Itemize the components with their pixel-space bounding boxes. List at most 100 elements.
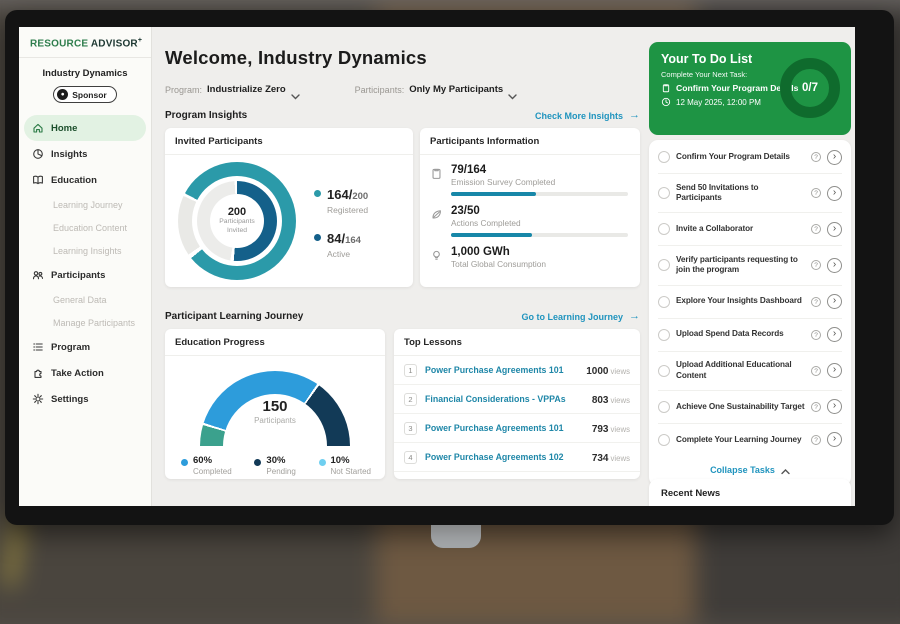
help-icon[interactable]: ?	[811, 260, 821, 270]
dashboard-screen: RESOURCE ADVISOR+ Industry Dynamics ● Sp…	[19, 27, 855, 506]
learning-cards-row: Education Progress 150 Participants 60%C…	[165, 329, 640, 479]
task-row: Upload Additional Educational Content ? …	[658, 352, 842, 391]
stat-actions-completed: 23/50 Actions Completed	[430, 205, 628, 237]
task-checkbox[interactable]	[658, 434, 670, 446]
page-title: Welcome, Industry Dynamics	[165, 47, 427, 69]
invited-donut-center: 200 Participants Invited	[210, 194, 264, 248]
sidebar-item-participants[interactable]: Participants	[19, 262, 151, 288]
task-checkbox[interactable]	[658, 259, 670, 271]
legend-dot-not-started	[319, 459, 326, 466]
task-checkbox[interactable]	[658, 223, 670, 235]
task-checkbox[interactable]	[658, 329, 670, 341]
sidebar-nav: Home Insights Education Learning Journey…	[19, 115, 151, 412]
help-icon[interactable]: ?	[811, 152, 821, 162]
todo-header-card: Your To Do List Complete Your Next Task:…	[649, 42, 851, 135]
card-title: Invited Participants	[165, 128, 413, 155]
task-row: Invite a Collaborator ? ›	[658, 213, 842, 246]
recent-news-title: Recent News	[649, 479, 851, 506]
card-title: Education Progress	[165, 329, 385, 356]
section-title-program-insights: Program Insights	[165, 110, 247, 121]
lesson-title-link[interactable]: Power Purchase Agreements 102	[425, 452, 584, 462]
stat-global-consumption: 1,000 GWh Total Global Consumption	[430, 246, 628, 269]
sidebar-item-manage-participants[interactable]: Manage Participants	[19, 311, 151, 334]
todo-panel: Your To Do List Complete Your Next Task:…	[649, 27, 855, 506]
lesson-title-link[interactable]: Financial Considerations - VPPAs	[425, 394, 584, 404]
lesson-rank: 2	[404, 393, 417, 406]
task-row: Explore Your Insights Dashboard ? ›	[658, 286, 842, 319]
invited-donut-chart: 200 Participants Invited	[178, 162, 296, 280]
lesson-row: 2 Financial Considerations - VPPAs 803vi…	[394, 385, 640, 414]
legend-dot-pending	[254, 459, 261, 466]
lesson-rank: 4	[404, 451, 417, 464]
help-icon[interactable]: ?	[811, 435, 821, 445]
sidebar-item-education-content[interactable]: Education Content	[19, 216, 151, 239]
logo-text-primary: RESOURCE	[30, 38, 88, 49]
sidebar-item-label: Manage Participants	[53, 318, 135, 328]
help-icon[interactable]: ?	[811, 224, 821, 234]
chevron-right-button[interactable]: ›	[827, 327, 842, 342]
donut-legend: 164/200 Registered 84/164 Active	[314, 186, 368, 259]
help-icon[interactable]: ?	[811, 330, 821, 340]
participants-dropdown[interactable]: Participants: Only My Participants	[355, 84, 518, 95]
program-dropdown[interactable]: Program: Industrialize Zero	[165, 84, 300, 95]
sidebar-item-home[interactable]: Home	[24, 115, 146, 141]
monitor-bezel: RESOURCE ADVISOR+ Industry Dynamics ● Sp…	[5, 10, 894, 525]
education-icon	[32, 174, 44, 186]
sidebar-item-label: Program	[51, 342, 90, 353]
sidebar-item-insights[interactable]: Insights	[19, 141, 151, 167]
sidebar-item-label: Education	[51, 175, 97, 186]
help-icon[interactable]: ?	[811, 188, 821, 198]
chevron-right-button[interactable]: ›	[827, 258, 842, 273]
participants-icon	[32, 269, 44, 281]
sidebar-item-label: General Data	[53, 295, 107, 305]
lesson-title-link[interactable]: Power Purchase Agreements 101	[425, 365, 578, 375]
logo-plus: +	[138, 37, 142, 44]
sidebar-item-label: Insights	[51, 149, 87, 160]
task-row: Confirm Your Program Details ? ›	[658, 141, 842, 174]
filters-row: Program: Industrialize Zero Participants…	[165, 84, 517, 95]
chevron-up-icon	[781, 467, 790, 473]
leaf-icon	[430, 208, 443, 221]
sidebar-item-learning-journey[interactable]: Learning Journey	[19, 193, 151, 216]
sidebar-item-label: Learning Journey	[53, 200, 123, 210]
task-row: Verify participants requesting to join t…	[658, 246, 842, 285]
help-icon[interactable]: ?	[811, 366, 821, 376]
chevron-right-button[interactable]: ›	[827, 186, 842, 201]
home-icon	[32, 122, 44, 134]
sidebar-item-learning-insights[interactable]: Learning Insights	[19, 239, 151, 262]
lesson-row: 5 Power Purchase Agreements 103 600views	[394, 472, 640, 479]
progress-bar-track	[451, 192, 628, 196]
sidebar-item-take-action[interactable]: Take Action	[19, 360, 151, 386]
chevron-right-button[interactable]: ›	[827, 399, 842, 414]
task-row: Send 50 Invitations to Participants ? ›	[658, 174, 842, 213]
task-checkbox[interactable]	[658, 151, 670, 163]
chevron-right-button[interactable]: ›	[827, 222, 842, 237]
sidebar-item-education[interactable]: Education	[19, 167, 151, 193]
task-checkbox[interactable]	[658, 187, 670, 199]
go-to-learning-journey-link[interactable]: Go to Learning Journey →	[521, 311, 640, 322]
lesson-row: 4 Power Purchase Agreements 102 734views	[394, 443, 640, 472]
card-title: Participants Information	[420, 128, 640, 155]
lesson-title-link[interactable]: Power Purchase Agreements 101	[425, 423, 584, 433]
sidebar-item-settings[interactable]: Settings	[19, 386, 151, 412]
chevron-right-button[interactable]: ›	[827, 432, 842, 447]
chevron-right-button[interactable]: ›	[827, 294, 842, 309]
legend-registered: 164/200 Registered	[314, 186, 368, 215]
education-gauge-center: 150 Participants	[200, 398, 350, 425]
task-checkbox[interactable]	[658, 365, 670, 377]
chevron-right-button[interactable]: ›	[827, 150, 842, 165]
help-icon[interactable]: ?	[811, 402, 821, 412]
sponsor-badge-label: Sponsor	[72, 90, 106, 100]
sidebar-item-general-data[interactable]: General Data	[19, 288, 151, 311]
education-gauge-chart: 150 Participants	[200, 371, 350, 447]
sidebar-item-label: Participants	[51, 270, 105, 281]
sidebar-item-program[interactable]: Program	[19, 334, 151, 360]
check-more-insights-link[interactable]: Check More Insights →	[535, 110, 640, 121]
legend-dot-active	[314, 234, 321, 241]
chevron-right-button[interactable]: ›	[827, 363, 842, 378]
legend-dot-completed	[181, 459, 188, 466]
sidebar-item-label: Education Content	[53, 223, 127, 233]
help-icon[interactable]: ?	[811, 297, 821, 307]
task-checkbox[interactable]	[658, 296, 670, 308]
task-checkbox[interactable]	[658, 401, 670, 413]
